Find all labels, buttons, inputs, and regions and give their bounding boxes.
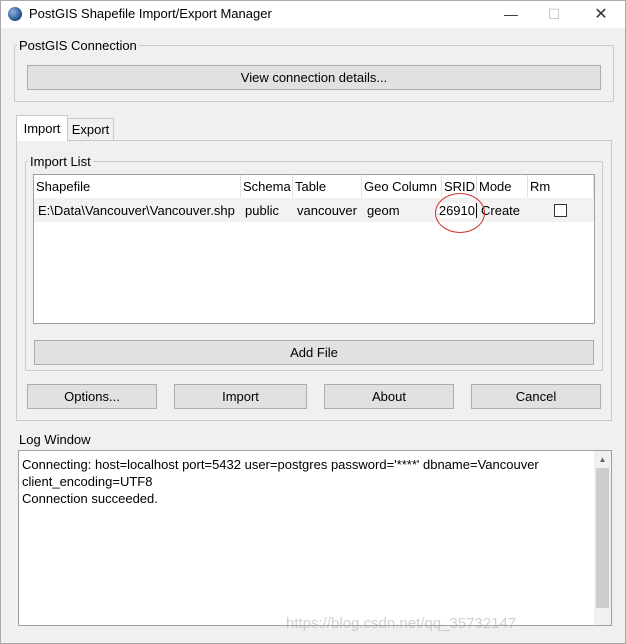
- postgis-globe-icon: [8, 7, 22, 21]
- about-button[interactable]: About: [324, 384, 454, 409]
- cell-shapefile[interactable]: E:\Data\Vancouver\Vancouver.shp: [38, 198, 241, 222]
- annotation-circle: [435, 193, 485, 233]
- cell-table[interactable]: vancouver: [297, 198, 362, 222]
- minimize-button[interactable]: —: [496, 4, 526, 24]
- add-file-button[interactable]: Add File: [34, 340, 594, 365]
- log-line: Connecting: host=localhost port=5432 use…: [22, 457, 539, 489]
- scroll-up-arrow-icon[interactable]: ▲: [594, 451, 611, 468]
- tab-import[interactable]: Import: [16, 115, 68, 141]
- options-button[interactable]: Options...: [27, 384, 157, 409]
- view-connection-details-button[interactable]: View connection details...: [27, 65, 601, 90]
- column-header-rm[interactable]: Rm: [528, 175, 594, 197]
- import-list-legend: Import List: [30, 154, 91, 169]
- import-button[interactable]: Import: [174, 384, 307, 409]
- log-line: Connection succeeded.: [22, 491, 158, 506]
- tab-export[interactable]: Export: [67, 118, 114, 140]
- cell-mode[interactable]: Create: [481, 198, 528, 222]
- title-bar[interactable]: PostGIS Shapefile Import/Export Manager …: [1, 1, 625, 28]
- window-title: PostGIS Shapefile Import/Export Manager: [29, 6, 272, 21]
- log-window-label: Log Window: [19, 432, 91, 447]
- column-header-geo-column[interactable]: Geo Column: [362, 175, 442, 197]
- watermark: https://blog.csdn.net/qq_35732147: [286, 615, 517, 632]
- app-window: PostGIS Shapefile Import/Export Manager …: [0, 0, 626, 644]
- close-button[interactable]: ✕: [586, 4, 616, 24]
- cell-geo-column[interactable]: geom: [367, 198, 442, 222]
- log-window[interactable]: Connecting: host=localhost port=5432 use…: [18, 450, 612, 626]
- postgis-connection-legend: PostGIS Connection: [19, 38, 137, 53]
- column-header-schema[interactable]: Schema: [241, 175, 293, 197]
- maximize-button[interactable]: ☐: [539, 4, 569, 24]
- cell-schema[interactable]: public: [245, 198, 293, 222]
- scroll-thumb[interactable]: [596, 468, 609, 608]
- table-row[interactable]: E:\Data\Vancouver\Vancouver.shp public v…: [34, 198, 594, 222]
- column-header-table[interactable]: Table: [293, 175, 362, 197]
- column-header-mode[interactable]: Mode: [477, 175, 528, 197]
- cancel-button[interactable]: Cancel: [471, 384, 601, 409]
- column-header-shapefile[interactable]: Shapefile: [34, 175, 241, 197]
- remove-checkbox[interactable]: [554, 204, 567, 217]
- log-scrollbar[interactable]: ▲: [594, 451, 611, 625]
- import-list-table[interactable]: Shapefile Schema Table Geo Column SRID M…: [33, 174, 595, 324]
- log-text: Connecting: host=localhost port=5432 use…: [22, 456, 592, 507]
